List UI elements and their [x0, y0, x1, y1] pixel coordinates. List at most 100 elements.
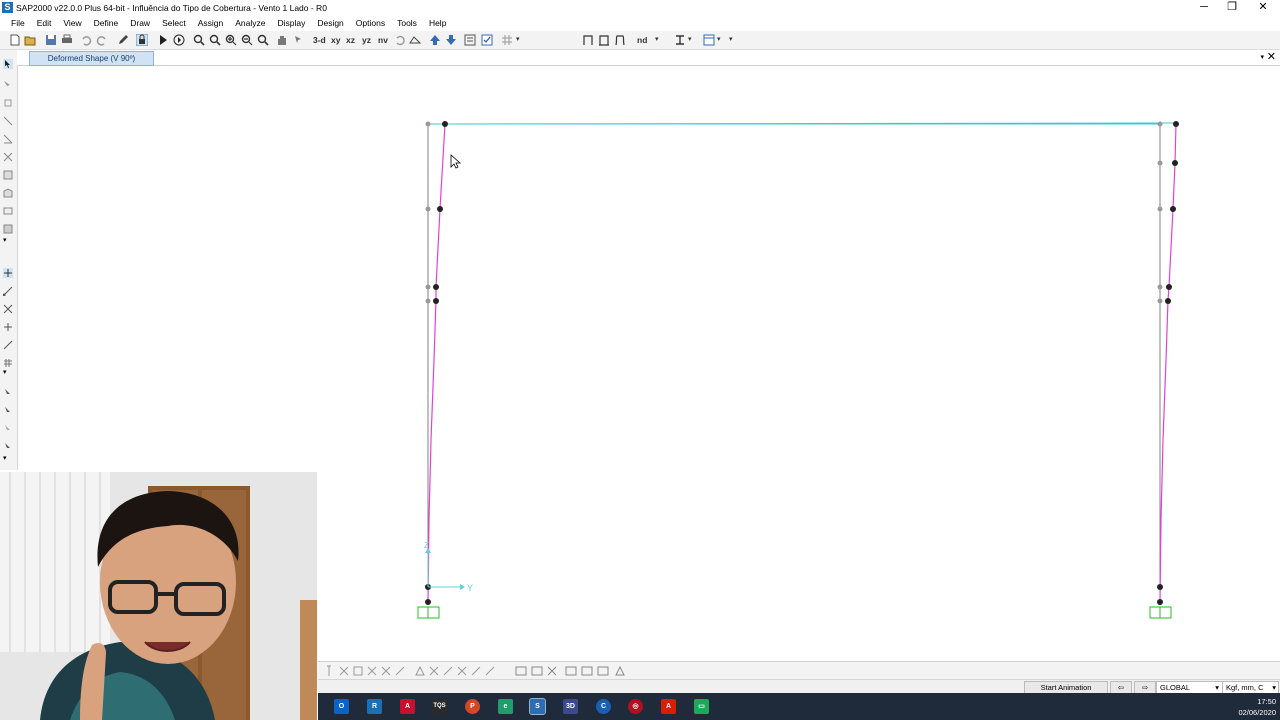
window-layout-icon[interactable] [703, 34, 715, 46]
set-display-options-icon[interactable] [464, 34, 476, 46]
menu-design[interactable]: Design [311, 16, 349, 31]
zoom-restore-icon[interactable] [209, 34, 221, 46]
joint[interactable] [1170, 206, 1176, 212]
acrobat-icon[interactable]: A [661, 699, 676, 714]
draw-solid-icon[interactable] [3, 224, 13, 234]
zoom-window-icon[interactable] [193, 34, 205, 46]
draw-rect-area-icon[interactable] [3, 206, 13, 216]
lock-icon[interactable] [136, 34, 148, 46]
pointer-3d-icon[interactable] [293, 34, 305, 46]
menu-options[interactable]: Options [350, 16, 391, 31]
app-icon[interactable]: ◎ [628, 699, 643, 714]
zoom-full-icon[interactable] [257, 34, 269, 46]
run-now-icon[interactable] [173, 34, 185, 46]
chevron-down-icon[interactable]: ▾ [3, 236, 13, 246]
chevron-down-icon[interactable]: ▾ [717, 34, 721, 46]
select-all-icon[interactable] [3, 388, 13, 398]
undo-icon[interactable] [80, 34, 92, 46]
move-down-icon[interactable] [445, 34, 457, 46]
joint[interactable] [433, 284, 439, 290]
joint[interactable] [1165, 298, 1171, 304]
snap-lines-icon[interactable] [3, 340, 13, 350]
draw-joint-icon[interactable] [3, 98, 13, 108]
close-button[interactable]: ✕ [1247, 0, 1279, 16]
zoom-in-icon[interactable] [225, 34, 237, 46]
joint[interactable] [425, 121, 431, 127]
chevron-down-icon[interactable]: ▾ [655, 34, 659, 46]
view-nv-button[interactable]: nv [378, 34, 388, 46]
menu-view[interactable]: View [57, 16, 87, 31]
view-xy-button[interactable]: xy [331, 34, 340, 46]
open-file-icon[interactable] [24, 34, 36, 46]
joint[interactable] [425, 206, 431, 212]
joint[interactable] [1157, 121, 1163, 127]
menu-assign[interactable]: Assign [192, 16, 230, 31]
joint[interactable] [1157, 298, 1163, 304]
snap-intersection-icon[interactable] [3, 304, 13, 314]
draw-braces-icon[interactable] [3, 152, 13, 162]
rotate-icon[interactable] [394, 34, 406, 46]
chevron-down-icon[interactable]: ▾ [516, 34, 520, 46]
chevron-down-icon[interactable]: ▾ [3, 454, 13, 464]
draw-poly-area-icon[interactable] [3, 188, 13, 198]
quick-draw-frame-icon[interactable] [3, 134, 13, 144]
new-file-icon[interactable] [9, 34, 21, 46]
get-previous-selection-icon[interactable] [3, 406, 13, 416]
joint[interactable] [1157, 160, 1163, 166]
outlook-icon[interactable]: O [334, 699, 349, 714]
grid-options-icon[interactable] [501, 34, 513, 46]
menu-analyze[interactable]: Analyze [229, 16, 271, 31]
joint[interactable] [1173, 121, 1179, 127]
joint[interactable] [1172, 160, 1178, 166]
reshape-icon[interactable] [3, 80, 13, 90]
select-pointer-icon[interactable] [3, 442, 13, 452]
zoom-out-icon[interactable] [241, 34, 253, 46]
joint[interactable] [425, 599, 431, 605]
joint[interactable] [437, 206, 443, 212]
frame-icon[interactable] [582, 34, 594, 46]
eberick-icon[interactable]: e [498, 699, 513, 714]
run-analysis-icon[interactable] [157, 34, 169, 46]
drawing-tools-icons[interactable] [326, 665, 516, 677]
redo-icon[interactable] [96, 34, 108, 46]
chevron-down-icon[interactable]: ▾ [688, 34, 692, 46]
joint[interactable] [425, 284, 431, 290]
draw-frame-icon[interactable] [3, 116, 13, 126]
deformed-shape-icon[interactable] [614, 34, 626, 46]
3d-app-icon[interactable]: 3D [563, 699, 578, 714]
menu-edit[interactable]: Edit [31, 16, 58, 31]
autocad-icon[interactable]: A [400, 699, 415, 714]
joint[interactable] [1157, 599, 1163, 605]
select-pointer-icon[interactable] [3, 59, 13, 69]
chat-icon[interactable]: ▭ [694, 699, 709, 714]
draw-area-icon[interactable] [3, 170, 13, 180]
section-icon[interactable] [674, 34, 686, 46]
joint[interactable] [1166, 284, 1172, 290]
pencil-icon[interactable] [117, 34, 129, 46]
clear-selection-icon[interactable] [3, 424, 13, 434]
chevron-down-icon[interactable]: ▾ [729, 34, 733, 46]
tqs-icon[interactable]: TQS [432, 699, 447, 714]
joint[interactable] [1157, 584, 1163, 590]
chevron-down-icon[interactable]: ▾ [3, 368, 13, 378]
revit-icon[interactable]: R [367, 699, 382, 714]
joint[interactable] [425, 298, 431, 304]
cype-icon[interactable]: C [596, 699, 611, 714]
powerpoint-icon[interactable]: P [465, 699, 480, 714]
menu-draw[interactable]: Draw [124, 16, 156, 31]
joint[interactable] [1157, 206, 1163, 212]
view-yz-button[interactable]: yz [362, 34, 371, 46]
pan-hand-icon[interactable] [276, 34, 288, 46]
snap-points-icon[interactable] [3, 268, 13, 278]
system-clock[interactable]: 17:50 02/06/2020 [1238, 696, 1276, 718]
menu-define[interactable]: Define [88, 16, 125, 31]
snap-ends-icon[interactable] [3, 286, 13, 296]
menu-select[interactable]: Select [156, 16, 192, 31]
nd-button[interactable]: nd [637, 34, 647, 46]
menu-file[interactable]: File [0, 16, 31, 31]
view-xz-button[interactable]: xz [346, 34, 355, 46]
snap-perpendicular-icon[interactable] [3, 322, 13, 332]
check-icon[interactable] [481, 34, 493, 46]
sap2000-taskbar-icon[interactable]: S [529, 698, 546, 715]
menu-display[interactable]: Display [271, 16, 311, 31]
